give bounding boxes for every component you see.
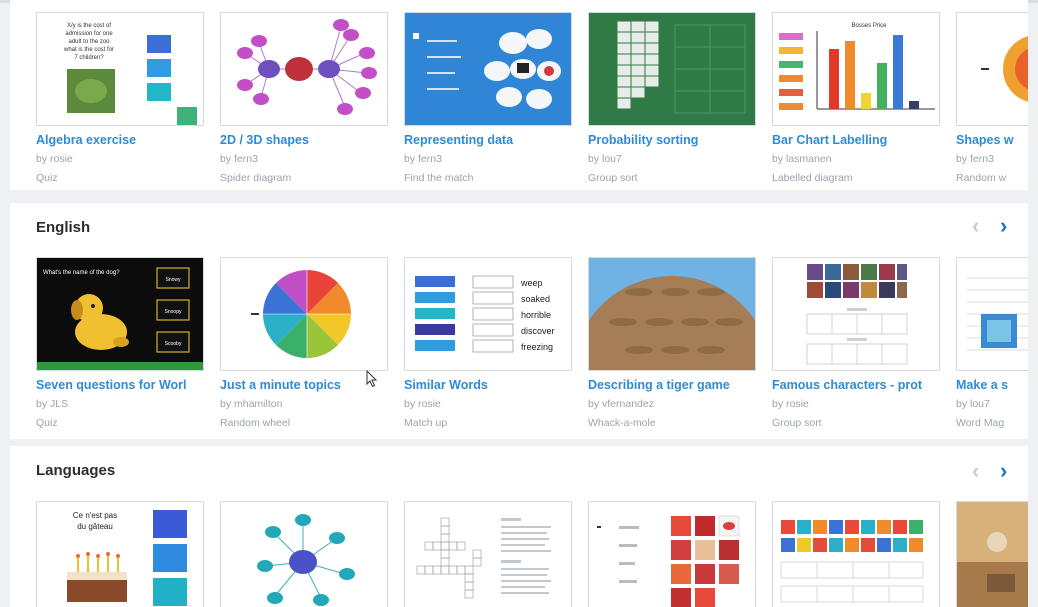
card-title[interactable]: Bar Chart Labelling bbox=[772, 133, 952, 147]
card-thumbnail[interactable]: What's the name of the dog? Snowy Snoopy… bbox=[36, 257, 204, 371]
svg-text:Scooby: Scooby bbox=[165, 341, 182, 347]
card-author: by lou7 bbox=[956, 398, 990, 410]
svg-text:Ce n'est pas: Ce n'est pas bbox=[73, 511, 117, 520]
card-author: by fern3 bbox=[956, 153, 994, 165]
photo-grid-image bbox=[773, 258, 939, 370]
card-title[interactable]: Seven questions for Worl bbox=[36, 378, 216, 392]
card-title[interactable]: Similar Words bbox=[404, 378, 584, 392]
dirt-holes-image bbox=[589, 258, 755, 370]
card-author: by rosie bbox=[36, 153, 73, 165]
card-title[interactable]: Representing data bbox=[404, 133, 584, 147]
card-type: Find the match bbox=[404, 172, 474, 184]
svg-text:admission for one: admission for one bbox=[65, 31, 113, 37]
card-author: by JLS bbox=[36, 398, 69, 410]
card-author: by fern3 bbox=[404, 153, 442, 165]
svg-text:adult to the zoo: adult to the zoo bbox=[68, 39, 110, 45]
photo-partial-image bbox=[957, 502, 1028, 607]
card-type: Labelled diagram bbox=[772, 172, 853, 184]
card-thumbnail[interactable] bbox=[588, 501, 756, 607]
card-title[interactable]: Describing a tiger game bbox=[588, 378, 768, 392]
quiz-thumbnail-image: X/y is the cost of admission for one adu… bbox=[37, 13, 203, 125]
card-thumbnail[interactable] bbox=[220, 501, 388, 607]
card-type: Random wheel bbox=[220, 417, 291, 429]
svg-text:weep: weep bbox=[520, 278, 543, 288]
card-type: Quiz bbox=[36, 417, 58, 429]
carousel-prev-button[interactable]: ‹ bbox=[972, 460, 979, 482]
svg-text:discover: discover bbox=[521, 326, 555, 336]
green-grid-image bbox=[589, 13, 755, 125]
card-type: Word Mag bbox=[956, 417, 1005, 429]
pictures-list-image bbox=[589, 502, 755, 607]
card-title[interactable]: Famous characters - prot bbox=[772, 378, 952, 392]
card-title[interactable]: Algebra exercise bbox=[36, 133, 216, 147]
svg-text:what is the cost for: what is the cost for bbox=[63, 47, 114, 53]
card-author: by mhamilton bbox=[220, 398, 283, 410]
wheel-partial-image bbox=[957, 13, 1028, 125]
crossword-image bbox=[405, 502, 571, 607]
card-thumbnail[interactable]: weep soaked horrible discover freezing bbox=[404, 257, 572, 371]
card-author: by rosie bbox=[404, 398, 441, 410]
clouds-image bbox=[405, 13, 571, 125]
svg-text:7 children?: 7 children? bbox=[74, 55, 104, 61]
svg-text:X/y is the cost of: X/y is the cost of bbox=[67, 23, 111, 29]
carousel-next-button[interactable]: › bbox=[1000, 215, 1007, 237]
dog-quiz-image: What's the name of the dog? Snowy Snoopy… bbox=[37, 258, 203, 370]
card-author: by lou7 bbox=[588, 153, 622, 165]
card-thumbnail[interactable] bbox=[404, 501, 572, 607]
card-thumbnail[interactable] bbox=[588, 257, 756, 371]
card-author: by lasmanen bbox=[772, 153, 832, 165]
svg-text:soaked: soaked bbox=[521, 294, 550, 304]
section-languages: Languages ‹ › Ce n'est pas du gâteau bbox=[10, 446, 1028, 607]
lined-paper-image bbox=[957, 258, 1028, 370]
card-thumbnail[interactable] bbox=[772, 501, 940, 607]
bar-chart-image: Bosses Price bbox=[773, 13, 939, 125]
card-title[interactable]: 2D / 3D shapes bbox=[220, 133, 400, 147]
card-thumbnail[interactable] bbox=[772, 257, 940, 371]
section-title: Languages bbox=[36, 462, 116, 479]
card-thumbnail[interactable] bbox=[220, 12, 388, 126]
spider-blue-image bbox=[221, 502, 387, 607]
card-thumbnail[interactable] bbox=[956, 12, 1028, 126]
mouse-cursor-icon bbox=[366, 370, 378, 388]
svg-text:Snoopy: Snoopy bbox=[165, 309, 182, 315]
card-thumbnail[interactable] bbox=[404, 12, 572, 126]
svg-text:du gâteau: du gâteau bbox=[77, 522, 113, 531]
card-type: Random w bbox=[956, 172, 1007, 184]
carousel-next-button[interactable]: › bbox=[1000, 460, 1007, 482]
color-tiles-image bbox=[773, 502, 939, 607]
svg-text:horrible: horrible bbox=[521, 310, 551, 320]
card-thumbnail[interactable] bbox=[956, 501, 1028, 607]
card-thumbnail[interactable] bbox=[588, 12, 756, 126]
svg-text:What's the name of the dog?: What's the name of the dog? bbox=[43, 270, 120, 276]
card-title[interactable]: Make a s bbox=[956, 378, 1028, 392]
card-thumbnail[interactable]: Ce n'est pas du gâteau bbox=[36, 501, 204, 607]
svg-text:freezing: freezing bbox=[521, 342, 553, 352]
svg-text:Bosses Price: Bosses Price bbox=[851, 23, 887, 29]
section-english: English ‹ › What's the name of the dog? … bbox=[10, 203, 1028, 439]
card-title[interactable]: Shapes w bbox=[956, 133, 1028, 147]
card-author: by vfernandez bbox=[588, 398, 654, 410]
card-author: by fern3 bbox=[220, 153, 258, 165]
card-thumbnail[interactable] bbox=[956, 257, 1028, 371]
color-wheel-image bbox=[221, 258, 387, 370]
card-type: Group sort bbox=[588, 172, 638, 184]
svg-text:Snowy: Snowy bbox=[165, 277, 181, 283]
section-math: X/y is the cost of admission for one adu… bbox=[10, 0, 1028, 190]
card-thumbnail[interactable]: X/y is the cost of admission for one adu… bbox=[36, 12, 204, 126]
card-type: Quiz bbox=[36, 172, 58, 184]
card-type: Whack-a-mole bbox=[588, 417, 656, 429]
card-thumbnail[interactable]: Bosses Price bbox=[772, 12, 940, 126]
carousel-prev-button[interactable]: ‹ bbox=[972, 215, 979, 237]
spider-diagram-image bbox=[221, 13, 387, 125]
match-words-image: weep soaked horrible discover freezing bbox=[405, 258, 571, 370]
card-type: Spider diagram bbox=[220, 172, 292, 184]
card-type: Match up bbox=[404, 417, 448, 429]
card-type: Group sort bbox=[772, 417, 822, 429]
card-thumbnail[interactable] bbox=[220, 257, 388, 371]
section-title: English bbox=[36, 219, 91, 236]
card-author: by rosie bbox=[772, 398, 809, 410]
cake-quiz-image: Ce n'est pas du gâteau bbox=[37, 502, 203, 607]
card-title[interactable]: Probability sorting bbox=[588, 133, 768, 147]
